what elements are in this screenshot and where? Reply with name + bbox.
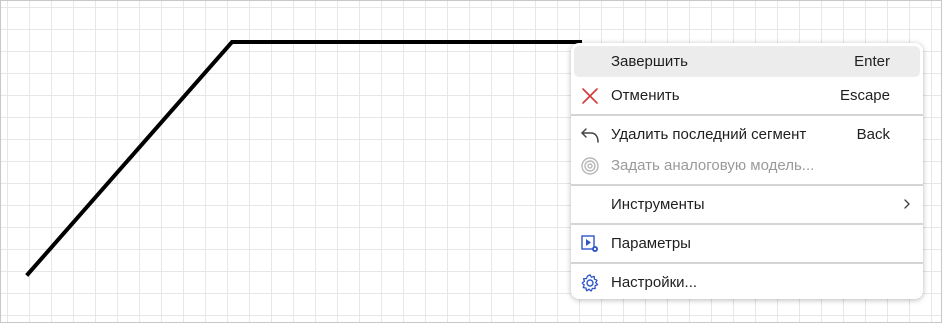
menu-item-label: Инструменты: [611, 196, 705, 213]
menu-item-delete-last-segment[interactable]: Удалить последний сегмент Back: [574, 119, 920, 150]
close-icon: [579, 85, 601, 107]
menu-item-label: Завершить: [611, 53, 688, 70]
spiral-icon: [579, 155, 601, 177]
menu-item-settings[interactable]: Настройки...: [574, 267, 920, 298]
menu-item-set-analog-model[interactable]: Задать аналоговую модель...: [574, 150, 920, 181]
menu-divider: [571, 114, 923, 116]
shortcut-hint: Back: [856, 126, 890, 143]
menu-item-label: Задать аналоговую модель...: [611, 157, 815, 174]
gear-icon: [579, 272, 601, 294]
shortcut-hint: Escape: [839, 87, 890, 104]
menu-item-label: Параметры: [611, 235, 691, 252]
menu-item-cancel[interactable]: Отменить Escape: [574, 80, 920, 111]
undo-icon: [579, 124, 601, 146]
context-menu: Завершить Enter Отменить Escape Удалить …: [571, 43, 923, 299]
menu-item-label: Удалить последний сегмент: [611, 126, 807, 143]
parameters-icon: [579, 233, 601, 255]
menu-divider: [571, 262, 923, 264]
menu-item-label: Настройки...: [611, 274, 698, 291]
menu-item-parameters[interactable]: Параметры: [574, 228, 920, 259]
menu-item-finish[interactable]: Завершить Enter: [574, 46, 920, 77]
chevron-right-icon: [904, 199, 910, 209]
menu-item-label: Отменить: [611, 87, 680, 104]
menu-item-tools[interactable]: Инструменты: [574, 189, 920, 220]
menu-divider: [571, 223, 923, 225]
shortcut-hint: Enter: [854, 53, 890, 70]
menu-divider: [571, 184, 923, 186]
